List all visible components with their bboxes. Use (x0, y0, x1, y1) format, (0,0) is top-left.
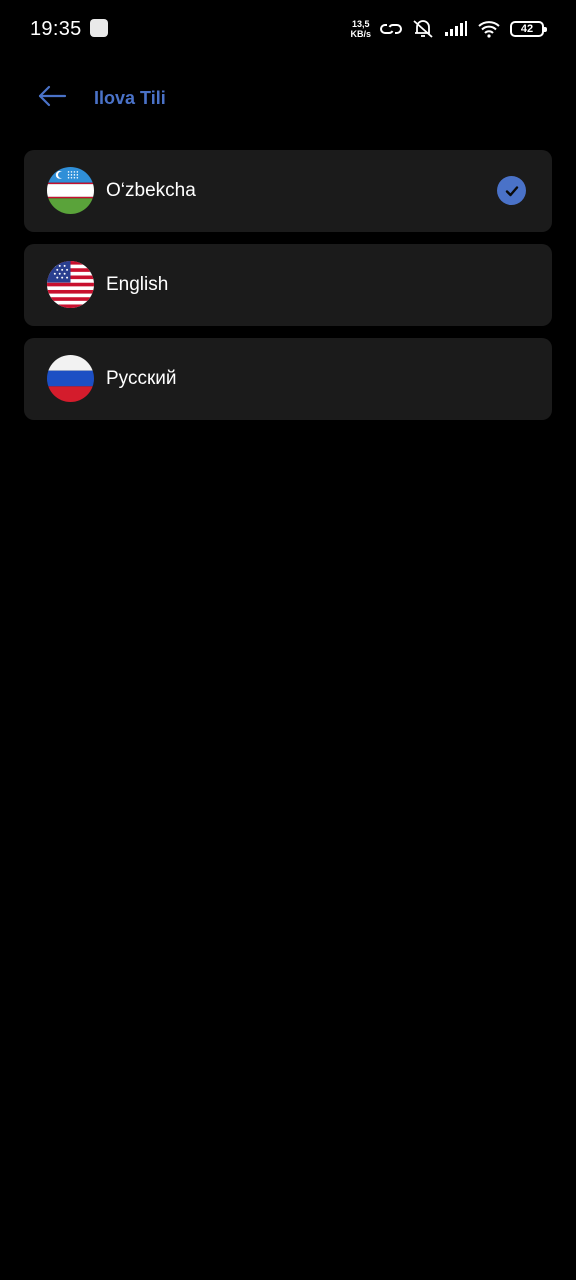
checkmark-icon (497, 176, 526, 205)
status-icons: 13,5 KB/s 42 (350, 17, 547, 41)
network-speed-value: 13,5 (351, 19, 370, 29)
network-speed-unit: KB/s (350, 29, 371, 39)
battery-level: 42 (520, 23, 534, 35)
language-option-russian[interactable]: Русский (24, 338, 552, 420)
header: Ilova Tili (0, 70, 576, 126)
language-list: O‘zbekcha English Русский (24, 150, 552, 420)
language-label: English (106, 274, 169, 295)
signal-icon (444, 21, 468, 37)
vibrate-off-icon (411, 19, 435, 39)
uzbekistan-flag-icon (47, 167, 94, 214)
status-time: 19:35 (30, 18, 82, 40)
usa-flag-icon (47, 261, 94, 308)
language-option-uzbek[interactable]: O‘zbekcha (24, 150, 552, 232)
link-icon (380, 21, 402, 37)
language-label: O‘zbekcha (106, 180, 196, 201)
app-notification-icon (90, 19, 108, 37)
back-button[interactable] (34, 80, 70, 116)
language-option-english[interactable]: English (24, 244, 552, 326)
wifi-icon (477, 20, 501, 38)
network-speed: 13,5 KB/s (350, 19, 371, 39)
arrow-left-icon (37, 85, 67, 112)
russia-flag-icon (47, 355, 94, 402)
language-label: Русский (106, 368, 177, 389)
page-title: Ilova Tili (94, 88, 166, 108)
status-bar: 19:35 13,5 KB/s 42 (0, 0, 576, 58)
battery-icon: 42 (510, 21, 547, 37)
